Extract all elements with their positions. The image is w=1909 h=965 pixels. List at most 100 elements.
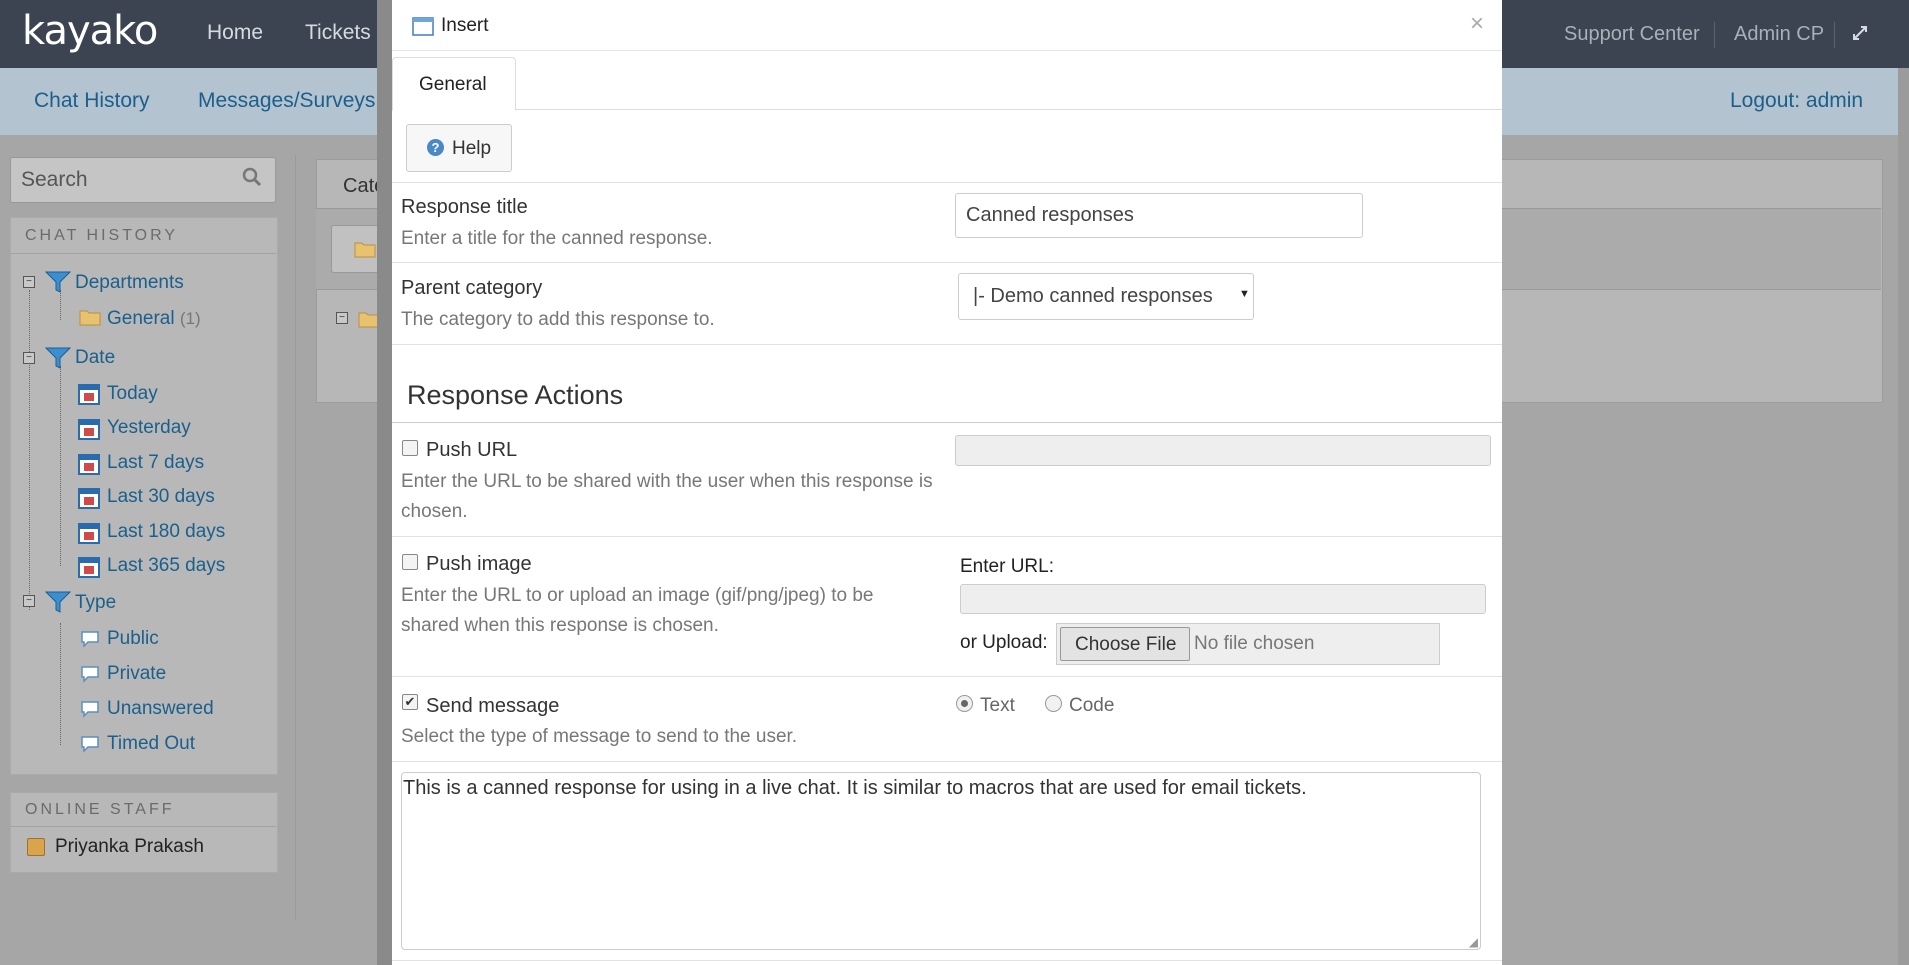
send-message-label: Send message bbox=[426, 695, 560, 717]
close-icon[interactable]: × bbox=[1470, 10, 1484, 38]
tree-date-last-180-days[interactable]: Last 180 days bbox=[107, 521, 225, 543]
response-title-desc: Enter a title for the canned response. bbox=[401, 228, 713, 249]
choose-file-label: Choose File bbox=[1075, 634, 1177, 655]
divider bbox=[1834, 22, 1835, 48]
resize-handle-icon[interactable]: ◢ bbox=[1469, 935, 1478, 949]
calendar-icon bbox=[78, 487, 100, 514]
section-title: Response Actions bbox=[407, 380, 624, 410]
page-scrollbar[interactable] bbox=[1898, 68, 1909, 965]
calendar-icon bbox=[78, 418, 100, 445]
response-title-label: Response title bbox=[401, 196, 528, 218]
tree-line bbox=[29, 290, 30, 610]
response-title-value: Canned responses bbox=[966, 204, 1134, 226]
push-url-checkbox[interactable] bbox=[402, 440, 418, 456]
nav-tickets[interactable]: Tickets bbox=[305, 21, 371, 45]
kayako-logo[interactable]: kayako bbox=[22, 8, 158, 54]
tab-general-label: General bbox=[419, 74, 487, 95]
tree-date-last-365-days[interactable]: Last 365 days bbox=[107, 555, 225, 577]
message-text: This is a canned response for using in a… bbox=[403, 777, 1307, 799]
push-url-input[interactable] bbox=[955, 435, 1491, 466]
parent-category-desc: The category to add this response to. bbox=[401, 309, 715, 330]
parent-category-select[interactable]: |- Demo canned responses ▼ bbox=[958, 273, 1254, 320]
speech-bubble-icon bbox=[80, 735, 100, 758]
tree-date-last-30-days[interactable]: Last 30 days bbox=[107, 486, 215, 508]
admin-cp-link[interactable]: Admin CP bbox=[1734, 23, 1824, 46]
divider bbox=[392, 960, 1502, 961]
tree-line bbox=[60, 623, 61, 745]
tree-type[interactable]: Type bbox=[75, 592, 116, 614]
tree-date[interactable]: Date bbox=[75, 347, 115, 369]
radio-code-label[interactable]: Code bbox=[1069, 695, 1114, 717]
support-center-link[interactable]: Support Center bbox=[1564, 23, 1700, 46]
divider bbox=[392, 262, 1502, 263]
radio-text[interactable] bbox=[956, 695, 973, 712]
divider bbox=[10, 826, 276, 827]
divider bbox=[392, 676, 1502, 677]
calendar-icon bbox=[78, 383, 100, 410]
collapse-icon[interactable]: − bbox=[336, 312, 348, 324]
radio-code[interactable] bbox=[1045, 695, 1062, 712]
divider bbox=[1714, 22, 1715, 48]
collapse-icon[interactable]: − bbox=[23, 352, 35, 364]
tab-general[interactable]: General bbox=[392, 57, 516, 111]
calendar-icon bbox=[78, 453, 100, 480]
chevron-down-icon: ▼ bbox=[1239, 288, 1250, 300]
collapse-icon[interactable]: − bbox=[23, 595, 35, 607]
tree-general[interactable]: General (1) bbox=[107, 308, 201, 330]
tree-type-unanswered[interactable]: Unanswered bbox=[107, 698, 214, 720]
collapse-icon[interactable]: − bbox=[23, 276, 35, 288]
divider bbox=[392, 761, 1502, 762]
radio-text-label[interactable]: Text bbox=[980, 695, 1015, 717]
help-button[interactable]: ? Help bbox=[406, 124, 512, 172]
enter-url-label: Enter URL: bbox=[960, 556, 1054, 577]
tab-bar bbox=[392, 50, 1502, 110]
tree-date-last-7-days[interactable]: Last 7 days bbox=[107, 452, 204, 474]
subnav-chat-history[interactable]: Chat History bbox=[34, 89, 150, 113]
divider bbox=[392, 422, 1502, 423]
staff-status-icon bbox=[27, 838, 45, 856]
divider bbox=[392, 536, 1502, 537]
speech-bubble-icon bbox=[80, 700, 100, 723]
push-image-checkbox[interactable] bbox=[402, 554, 418, 570]
image-url-input[interactable] bbox=[960, 584, 1486, 614]
push-url-desc: Enter the URL to be shared with the user… bbox=[401, 471, 933, 522]
tree-departments[interactable]: Departments bbox=[75, 272, 184, 294]
divider bbox=[295, 155, 296, 920]
tree-line bbox=[60, 366, 61, 566]
filter-icon bbox=[44, 270, 72, 299]
calendar-icon bbox=[78, 556, 100, 583]
search-icon[interactable] bbox=[241, 166, 263, 194]
help-label: Help bbox=[452, 138, 492, 159]
subnav-messages-surveys[interactable]: Messages/Surveys bbox=[198, 89, 375, 113]
logout-link[interactable]: Logout: admin bbox=[1730, 89, 1863, 113]
tree-date-today[interactable]: Today bbox=[107, 383, 158, 405]
send-message-desc: Select the type of message to send to th… bbox=[401, 726, 798, 747]
response-title-input[interactable]: Canned responses bbox=[955, 193, 1363, 238]
choose-file-button[interactable]: Choose File bbox=[1060, 627, 1190, 661]
filter-icon bbox=[44, 346, 72, 375]
staff-name[interactable]: Priyanka Prakash bbox=[55, 836, 204, 858]
filter-icon bbox=[44, 590, 72, 619]
chat-history-title: CHAT HISTORY bbox=[25, 227, 179, 244]
file-upload-field[interactable]: Choose File No file chosen bbox=[1056, 623, 1440, 665]
folder-icon bbox=[354, 240, 376, 263]
tree-type-private[interactable]: Private bbox=[107, 663, 166, 685]
send-message-checkbox[interactable]: ✔ bbox=[402, 694, 418, 710]
no-file-text: No file chosen bbox=[1194, 633, 1315, 654]
search-input[interactable]: Search bbox=[10, 157, 276, 203]
expand-icon[interactable] bbox=[1852, 25, 1868, 46]
tree-date-yesterday[interactable]: Yesterday bbox=[107, 417, 191, 439]
tree-type-public[interactable]: Public bbox=[107, 628, 159, 650]
parent-category-label: Parent category bbox=[401, 277, 543, 299]
or-upload-label: or Upload: bbox=[960, 632, 1048, 653]
help-icon: ? bbox=[427, 139, 444, 156]
dialog-title: Insert bbox=[441, 15, 489, 36]
calendar-icon bbox=[78, 522, 100, 549]
tree-type-timed-out[interactable]: Timed Out bbox=[107, 733, 195, 755]
nav-home[interactable]: Home bbox=[207, 21, 263, 45]
search-placeholder: Search bbox=[21, 168, 88, 191]
divider bbox=[392, 344, 1502, 345]
online-staff-title: ONLINE STAFF bbox=[25, 801, 175, 818]
divider bbox=[10, 253, 276, 254]
message-textarea[interactable]: This is a canned response for using in a… bbox=[401, 772, 1481, 950]
